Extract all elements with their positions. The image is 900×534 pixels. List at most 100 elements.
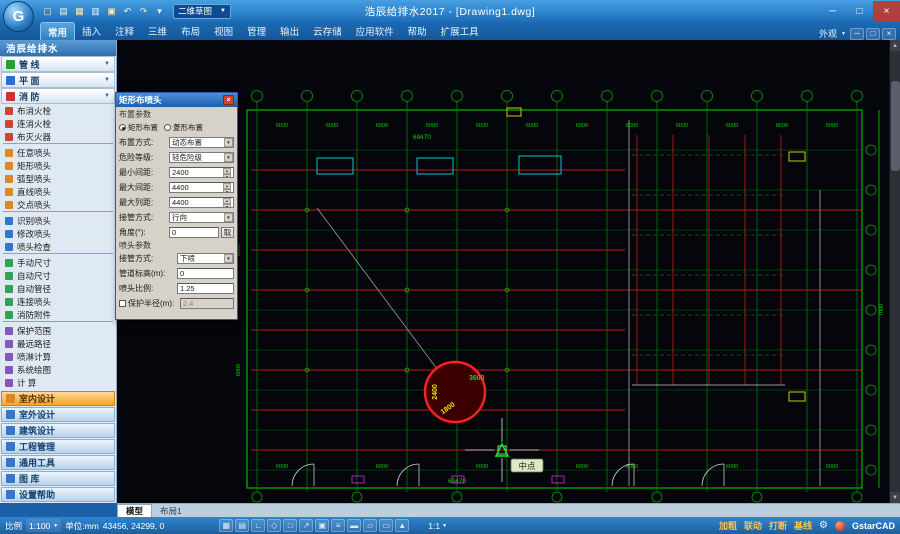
save-icon[interactable]: ▦: [72, 3, 87, 19]
ducs-icon[interactable]: ▣: [315, 519, 329, 532]
head-connect-select[interactable]: 下喷: [177, 253, 234, 264]
tool-fire-accessories[interactable]: 消防附件: [0, 308, 116, 321]
sidebar-item-pipeline[interactable]: 管 线 ▼: [1, 56, 115, 72]
tab-help[interactable]: 帮助: [401, 22, 434, 40]
otrack-icon[interactable]: ↗: [299, 519, 313, 532]
workspace-dropdown[interactable]: 二维草图 ▼: [173, 4, 231, 19]
maximize-button[interactable]: □: [846, 1, 873, 21]
sidebar-item-plan[interactable]: 平 面 ▼: [1, 72, 115, 88]
tool-sprinkler-calc[interactable]: 喷淋计算: [0, 350, 116, 363]
dynamic-input-icon[interactable]: ≡: [331, 519, 345, 532]
tool-manual-dim[interactable]: 手动尺寸: [0, 256, 116, 269]
tool-farthest-path[interactable]: 最远路径: [0, 337, 116, 350]
selection-cycling-icon[interactable]: ▲: [395, 519, 409, 532]
linkage-toggle[interactable]: 联动: [744, 519, 762, 532]
minimize-button[interactable]: ─: [819, 1, 846, 21]
ortho-icon[interactable]: ∟: [251, 519, 265, 532]
scroll-down-icon[interactable]: ▼: [890, 492, 900, 503]
radio-rect-layout[interactable]: [119, 124, 126, 131]
min-spacing-input[interactable]: 2400▲▼: [169, 167, 234, 178]
osnap-icon[interactable]: □: [283, 519, 297, 532]
undo-icon[interactable]: ↶: [120, 3, 135, 19]
redo-icon[interactable]: ↷: [136, 3, 151, 19]
appearance-dropdown[interactable]: 外观: [819, 27, 837, 40]
tab-view[interactable]: 视图: [207, 22, 240, 40]
break-toggle[interactable]: 打断: [769, 519, 787, 532]
lineweight-icon[interactable]: ▬: [347, 519, 361, 532]
tool-arc-sprinkler[interactable]: 弧型喷头: [0, 172, 116, 185]
transparency-icon[interactable]: ▱: [363, 519, 377, 532]
polar-icon[interactable]: ◇: [267, 519, 281, 532]
max-spacing-input[interactable]: 4400▲▼: [169, 182, 234, 193]
tab-3d[interactable]: 三维: [141, 22, 174, 40]
doc-restore-button[interactable]: □: [866, 28, 880, 40]
pipe-elevation-input[interactable]: 0: [177, 268, 234, 279]
tab-insert[interactable]: 插入: [75, 22, 108, 40]
tool-auto-dim[interactable]: 自动尺寸: [0, 269, 116, 282]
tab-annotate[interactable]: 注释: [108, 22, 141, 40]
max-row-spacing-input[interactable]: 4400▲▼: [169, 197, 234, 208]
pick-angle-button[interactable]: 取: [221, 227, 234, 238]
tool-intersection-sprinkler[interactable]: 交点喷头: [0, 198, 116, 211]
tab-manage[interactable]: 管理: [240, 22, 273, 40]
protection-radius-checkbox[interactable]: [119, 300, 126, 307]
plot-icon[interactable]: ▣: [104, 3, 119, 19]
tool-protection-range[interactable]: 保护范围: [0, 324, 116, 337]
grid-icon[interactable]: ▤: [235, 519, 249, 532]
tool-connect-hydrant[interactable]: 连消火栓: [0, 117, 116, 130]
tab-layout1[interactable]: 布局1: [152, 504, 190, 517]
radio-diamond-layout[interactable]: [164, 124, 171, 131]
doc-close-button[interactable]: ×: [882, 28, 896, 40]
sidebar-item-fire[interactable]: 消 防 ▼: [1, 88, 115, 104]
scale-dropdown[interactable]: 1:100 ▼: [26, 519, 61, 532]
nav-outdoor-design[interactable]: 室外设计: [1, 407, 115, 422]
spinner[interactable]: ▲▼: [223, 168, 231, 177]
spinner[interactable]: ▲▼: [223, 198, 231, 207]
tool-identify-sprinkler[interactable]: 识别喷头: [0, 214, 116, 227]
nav-architecture-design[interactable]: 建筑设计: [1, 423, 115, 438]
tool-auto-diameter[interactable]: 自动管径: [0, 282, 116, 295]
print-icon[interactable]: ▥: [88, 3, 103, 19]
tab-express-tools[interactable]: 扩展工具: [434, 22, 486, 40]
new-icon[interactable]: ▢: [40, 3, 55, 19]
tool-connect-sprinkler[interactable]: 连接喷头: [0, 295, 116, 308]
nav-project-management[interactable]: 工程管理: [1, 439, 115, 454]
gear-icon[interactable]: ⚙: [819, 520, 828, 531]
tab-model[interactable]: 模型: [117, 504, 152, 517]
angle-input[interactable]: 0: [169, 227, 219, 238]
dialog-title-bar[interactable]: 矩形布喷头 ×: [116, 93, 237, 107]
tab-cloud[interactable]: 云存储: [306, 22, 349, 40]
tool-line-sprinkler[interactable]: 直线喷头: [0, 185, 116, 198]
tab-layout[interactable]: 布局: [174, 22, 207, 40]
dialog-close-icon[interactable]: ×: [223, 95, 234, 105]
doc-minimize-button[interactable]: ─: [850, 28, 864, 40]
nav-indoor-design[interactable]: 室内设计: [1, 391, 115, 406]
annotation-scale-dropdown[interactable]: 1:1 ▼: [428, 521, 447, 531]
scrollbar-thumb[interactable]: [891, 81, 900, 171]
spinner[interactable]: ▲▼: [223, 183, 231, 192]
hazard-level-select[interactable]: 轻危险级: [169, 152, 234, 163]
tool-modify-sprinkler[interactable]: 修改喷头: [0, 227, 116, 240]
tab-output[interactable]: 输出: [273, 22, 306, 40]
app-logo[interactable]: G: [3, 1, 34, 32]
open-icon[interactable]: ▤: [56, 3, 71, 19]
nav-general-tools[interactable]: 通用工具: [1, 455, 115, 470]
tool-calculation[interactable]: 计 算: [0, 376, 116, 389]
tab-apps[interactable]: 应用软件: [349, 22, 401, 40]
bold-lines-toggle[interactable]: 加粗: [719, 519, 737, 532]
snap-icon[interactable]: ▦: [219, 519, 233, 532]
baseline-toggle[interactable]: 基线: [794, 519, 812, 532]
quick-properties-icon[interactable]: ▭: [379, 519, 393, 532]
qat-more-icon[interactable]: ▾: [152, 3, 167, 19]
nav-settings-help[interactable]: 设置帮助: [1, 487, 115, 502]
layout-mode-select[interactable]: 动态布置: [169, 137, 234, 148]
connect-mode-select[interactable]: 行向: [169, 212, 234, 223]
tool-check-sprinkler[interactable]: 喷头检查: [0, 240, 116, 253]
tool-place-hydrant[interactable]: 布消火栓: [0, 104, 116, 117]
canvas-vertical-scrollbar[interactable]: ▲ ▼: [889, 40, 900, 503]
scrollbar-track[interactable]: [890, 51, 900, 492]
tab-home[interactable]: 常用: [40, 22, 75, 40]
close-button[interactable]: ×: [873, 1, 900, 21]
head-scale-input[interactable]: 1.25: [177, 283, 234, 294]
tool-free-sprinkler[interactable]: 任意喷头: [0, 146, 116, 159]
